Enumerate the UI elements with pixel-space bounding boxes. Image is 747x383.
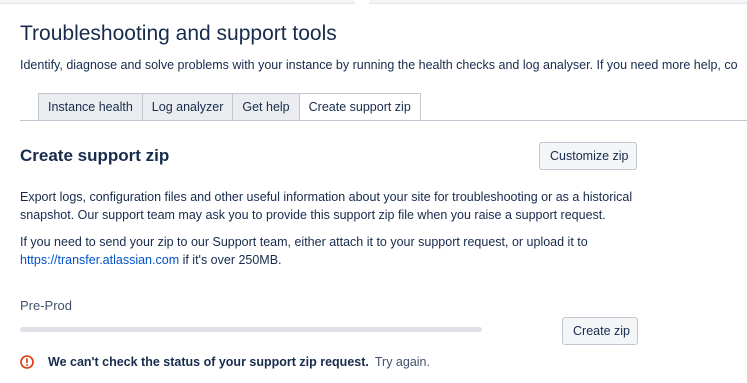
description-paragraph: Export logs, configuration files and oth… bbox=[20, 190, 633, 222]
tab-create-support-zip[interactable]: Create support zip bbox=[298, 93, 421, 121]
tab-log-analyzer[interactable]: Log analyzer bbox=[141, 93, 233, 121]
tab-get-help[interactable]: Get help bbox=[232, 93, 299, 121]
tab-bar-divider bbox=[20, 120, 747, 121]
top-frame-notch bbox=[355, 0, 369, 6]
zip-progress-bar bbox=[20, 327, 482, 332]
error-message-row: We can't check the status of your suppor… bbox=[20, 353, 430, 371]
instance-name: Pre-Prod bbox=[20, 298, 73, 313]
transfer-link[interactable]: https://transfer.atlassian.com bbox=[20, 253, 179, 267]
error-circle-icon bbox=[20, 355, 34, 369]
page-title: Troubleshooting and support tools bbox=[20, 22, 337, 45]
upload-size-note: if it's over 250MB. bbox=[179, 253, 282, 267]
upload-instructions-paragraph: If you need to send your zip to our Supp… bbox=[20, 233, 660, 269]
section-title: Create support zip bbox=[20, 146, 170, 165]
top-frame-border bbox=[0, 0, 747, 4]
page-subtitle: Identify, diagnose and solve problems wi… bbox=[20, 58, 738, 72]
try-again-link[interactable]: Try again. bbox=[375, 355, 430, 369]
customize-zip-button[interactable]: Customize zip bbox=[539, 142, 637, 170]
create-zip-button[interactable]: Create zip bbox=[562, 317, 638, 345]
upload-instructions-text: If you need to send your zip to our Supp… bbox=[20, 235, 588, 249]
tab-instance-health[interactable]: Instance health bbox=[38, 93, 142, 121]
error-message: We can't check the status of your suppor… bbox=[48, 355, 369, 369]
tab-bar: Instance health Log analyzer Get help Cr… bbox=[38, 93, 421, 121]
